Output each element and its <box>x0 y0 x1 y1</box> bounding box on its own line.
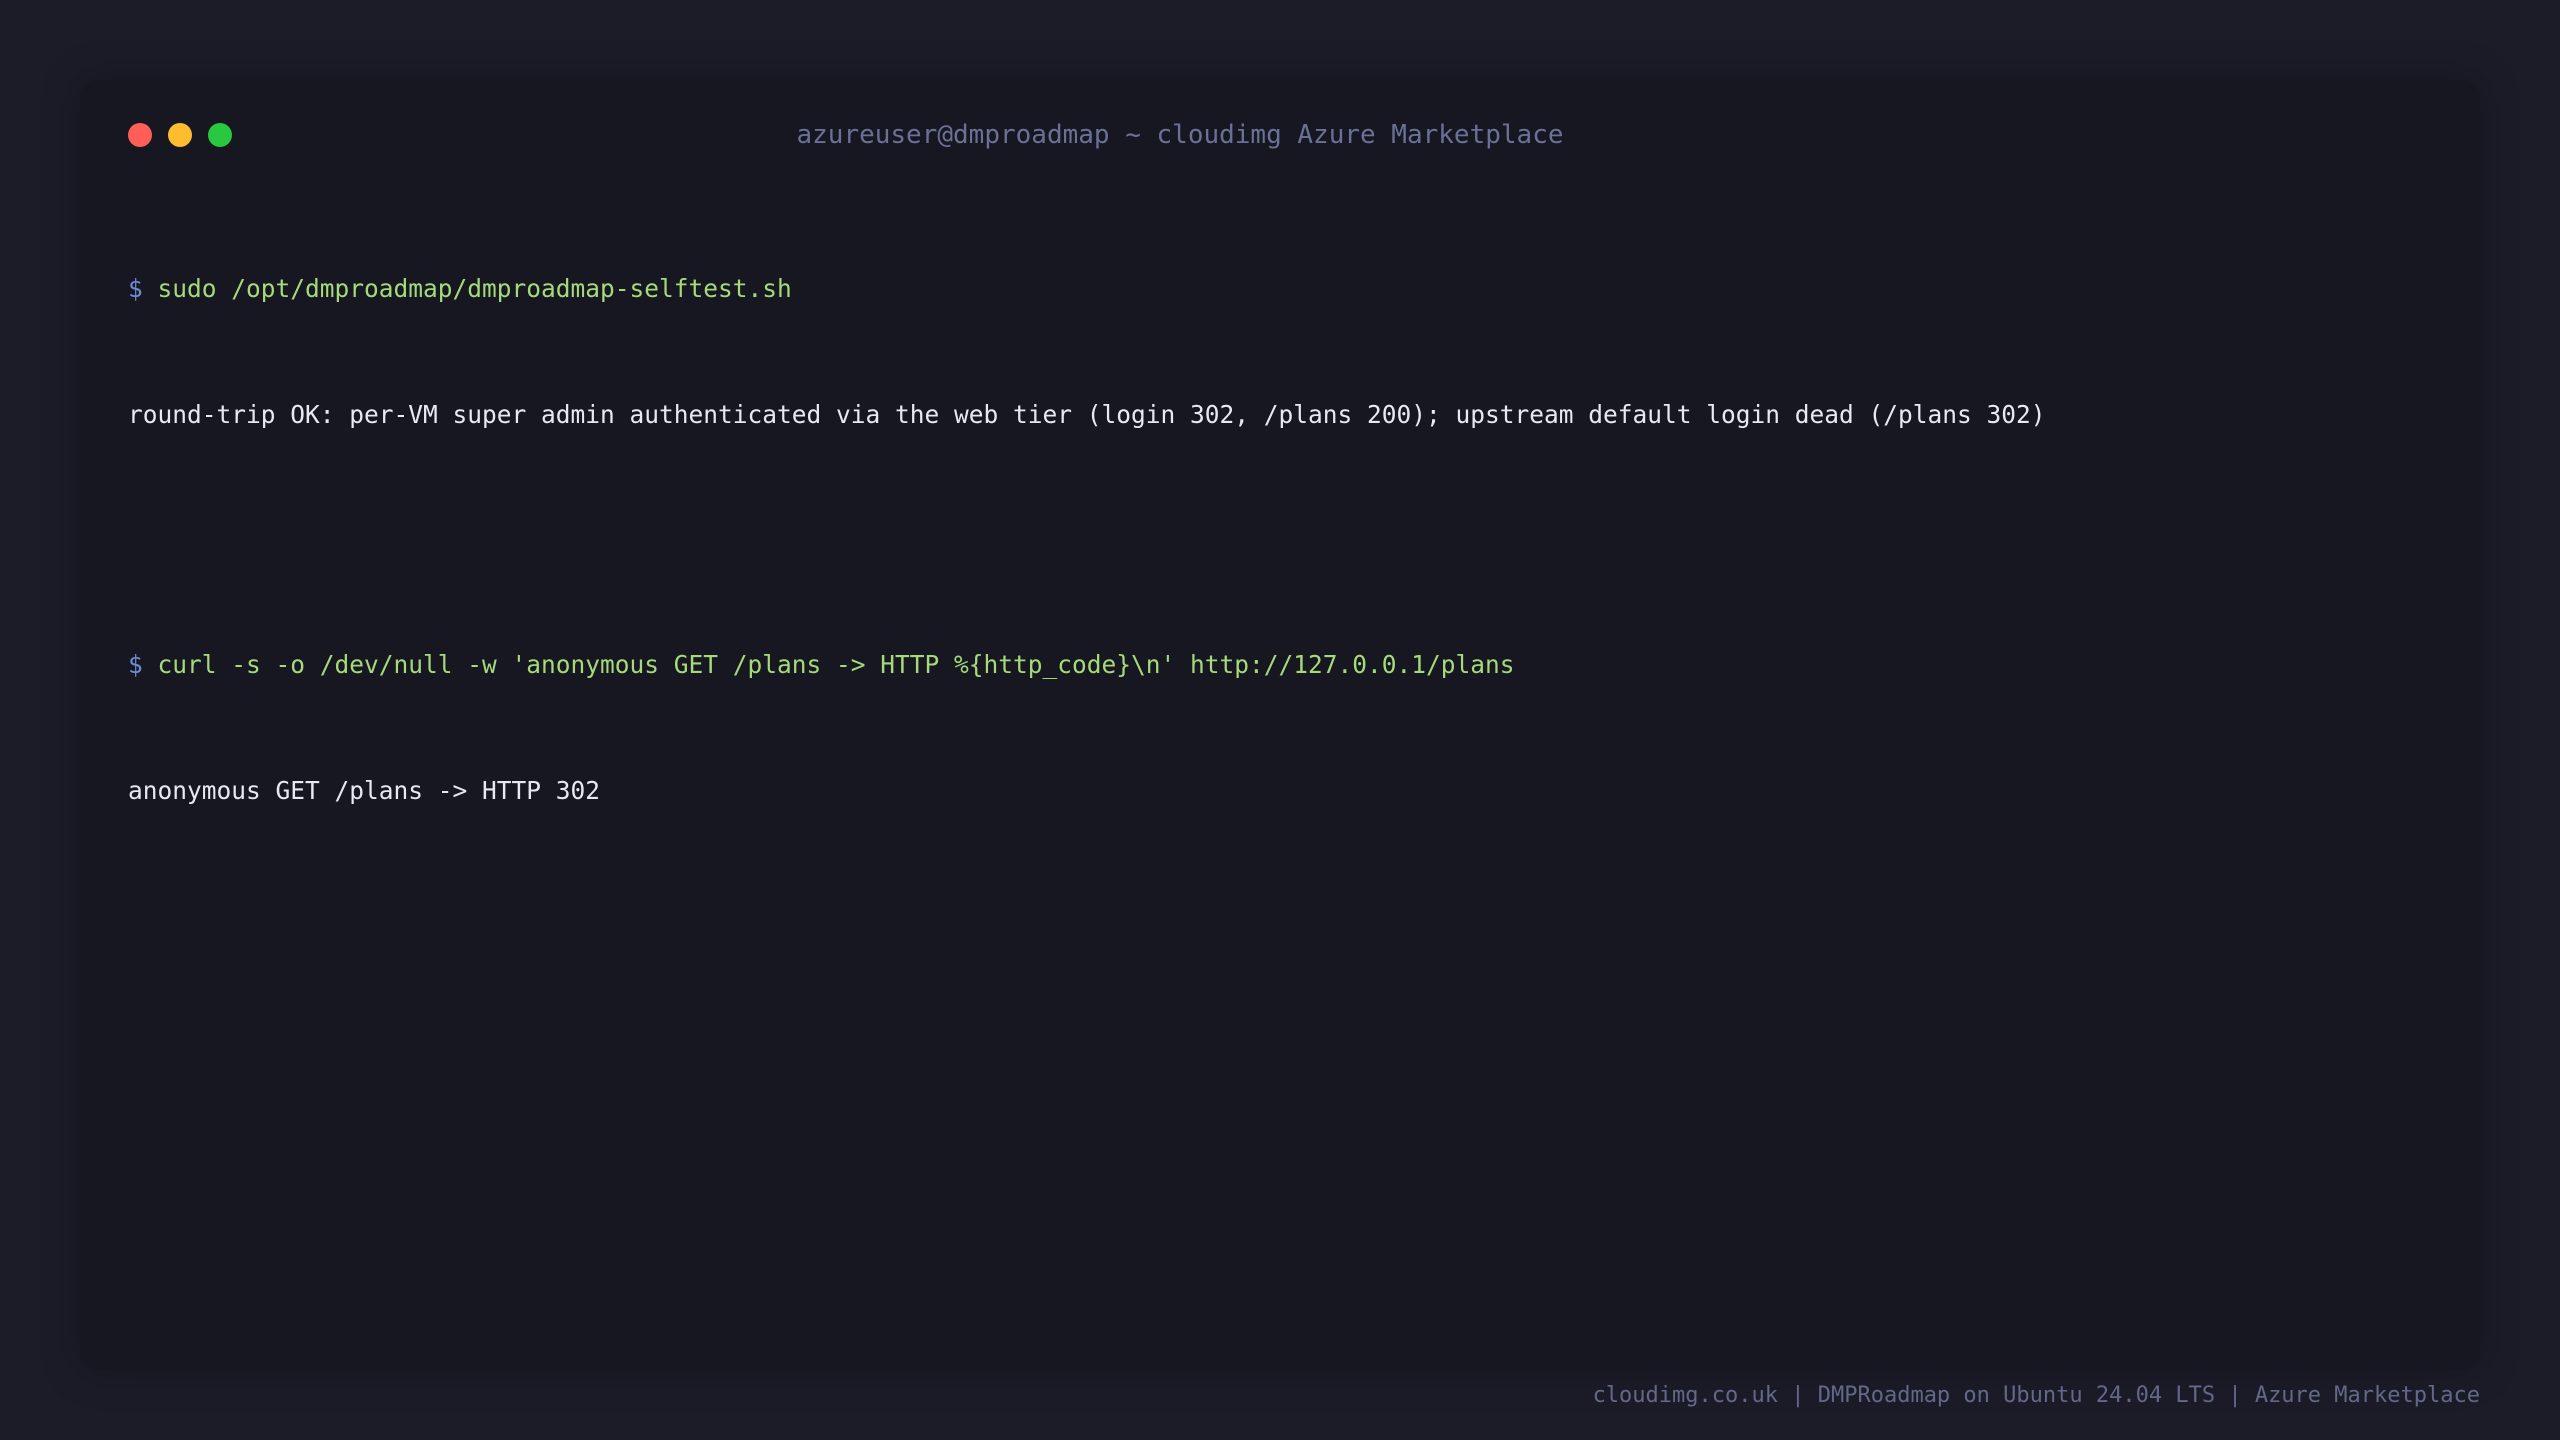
terminal-line: anonymous GET /plans -> HTTP 302 <box>128 776 601 805</box>
footer-caption: cloudimg.co.uk | DMPRoadmap on Ubuntu 24… <box>1592 1383 2480 1408</box>
title-bar: azureuser@dmproadmap ~ cloudimg Azure Ma… <box>80 80 2480 190</box>
terminal-line: $ sudo /opt/dmproadmap/dmproadmap-selfte… <box>128 268 2432 310</box>
terminal-output-area[interactable]: $ sudo /opt/dmproadmap/dmproadmap-selfte… <box>128 184 2432 896</box>
prompt-symbol: $ <box>128 274 143 303</box>
command-text: sudo /opt/dmproadmap/dmproadmap-selftest… <box>157 274 792 303</box>
terminal-window: azureuser@dmproadmap ~ cloudimg Azure Ma… <box>80 80 2480 1370</box>
terminal-line: round-trip OK: per-VM super admin authen… <box>128 400 2046 429</box>
window-title: azureuser@dmproadmap ~ cloudimg Azure Ma… <box>796 120 1564 150</box>
prompt-symbol: $ <box>128 650 143 679</box>
terminal-line: $ curl -s -o /dev/null -w 'anonymous GET… <box>128 644 2432 686</box>
command-text: curl -s -o /dev/null -w 'anonymous GET /… <box>157 650 1515 679</box>
